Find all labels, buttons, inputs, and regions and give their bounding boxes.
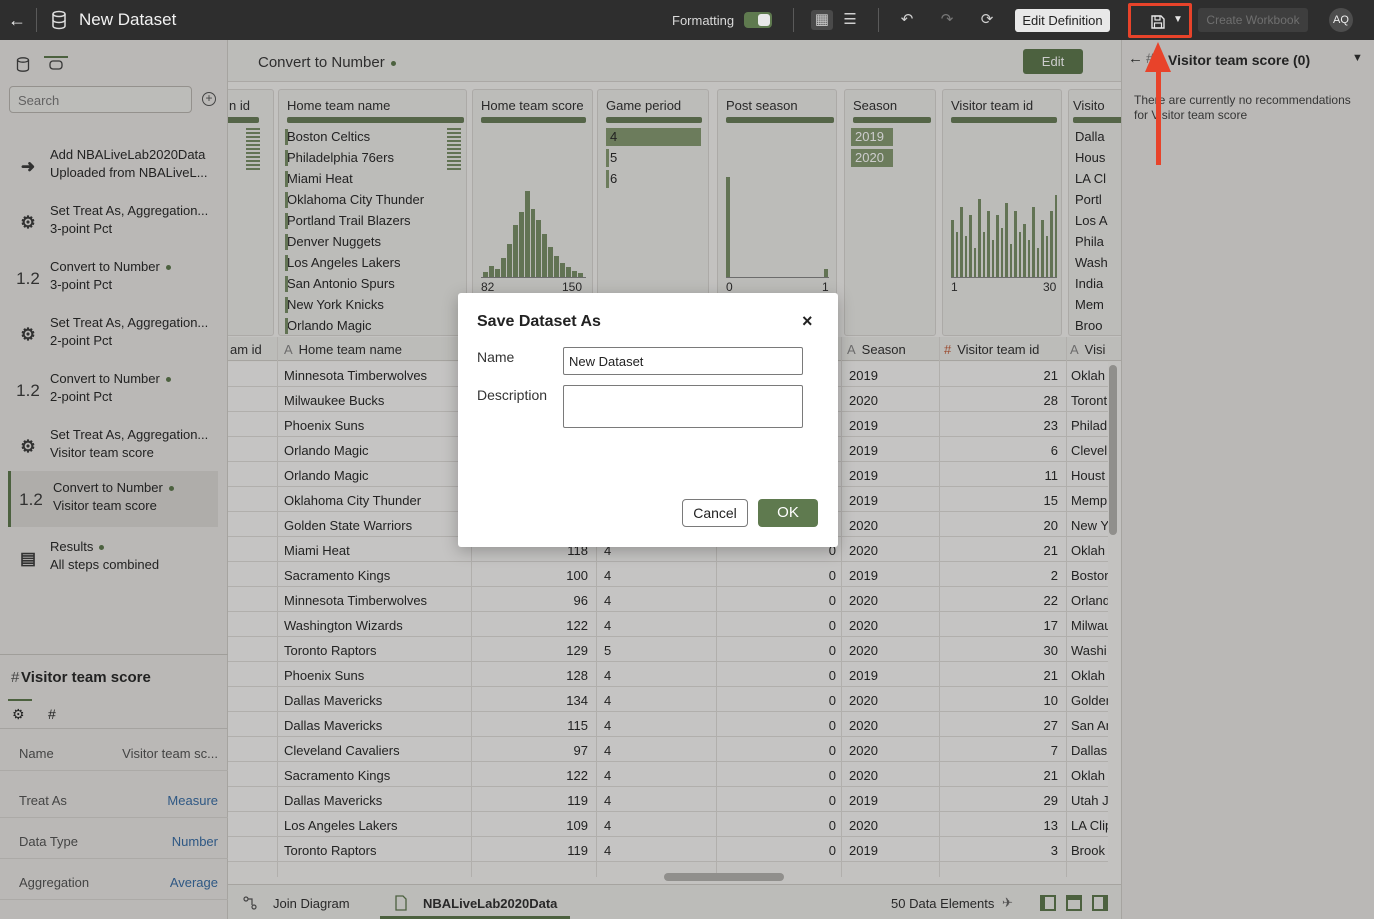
top-bar: ← New Dataset Formatting ▦ ☰ ↶ ↷ ⟳ Edit … — [0, 0, 1374, 40]
save-disk-icon — [1151, 15, 1165, 29]
cancel-button[interactable]: Cancel — [682, 499, 748, 527]
ok-button[interactable]: OK — [758, 499, 818, 527]
name-field[interactable] — [563, 347, 803, 375]
divider — [878, 8, 879, 32]
save-dataset-dialog: Save Dataset As × Name Description Cance… — [458, 293, 838, 547]
toggle-knob — [758, 14, 770, 26]
edit-definition-button[interactable]: Edit Definition — [1015, 9, 1110, 32]
description-label: Description — [477, 387, 548, 403]
annotation-arrow-shaft — [1156, 70, 1161, 165]
dataset-icon — [52, 10, 66, 30]
divider — [36, 8, 37, 32]
create-workbook-button[interactable]: Create Workbook — [1198, 8, 1308, 32]
table-view-icon[interactable]: ▦ — [811, 10, 833, 30]
formatting-label: Formatting — [672, 13, 735, 28]
list-view-icon[interactable]: ☰ — [839, 10, 861, 30]
save-button[interactable]: ▼ — [1128, 3, 1192, 38]
formatting-toggle[interactable] — [744, 12, 772, 28]
back-arrow-icon[interactable]: ← — [8, 8, 28, 32]
name-label: Name — [477, 349, 515, 365]
dataset-title: New Dataset — [79, 10, 177, 29]
annotation-arrow-head — [1145, 42, 1171, 72]
avatar[interactable]: AQ — [1329, 8, 1353, 32]
close-icon[interactable]: × — [802, 311, 813, 332]
dialog-title: Save Dataset As — [477, 313, 601, 330]
refresh-preview-icon[interactable]: ⟳ — [976, 10, 998, 30]
redo-icon[interactable]: ↷ — [936, 10, 958, 30]
undo-icon[interactable]: ↶ — [896, 10, 918, 30]
description-field[interactable] — [563, 385, 803, 428]
chevron-down-icon: ▼ — [1173, 14, 1183, 25]
divider — [793, 8, 794, 32]
